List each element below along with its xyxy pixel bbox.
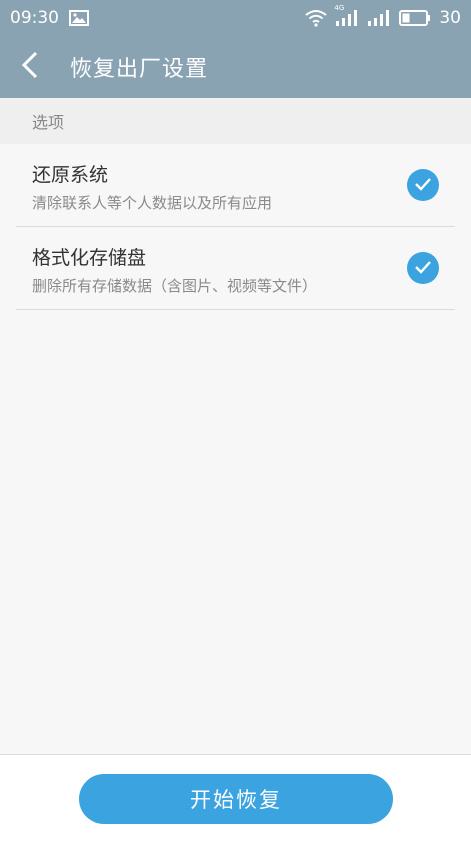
start-restore-button[interactable]: 开始恢复 — [79, 774, 393, 824]
signal-4g-icon: 4G — [334, 5, 359, 27]
check-icon — [414, 259, 432, 278]
battery-icon — [399, 10, 431, 26]
wifi-icon — [305, 9, 327, 27]
network-label: 4G — [334, 4, 345, 12]
options-list: 还原系统 清除联系人等个人数据以及所有应用 格式化存储盘 删除所有存储数据（含图… — [0, 144, 471, 310]
checkbox-checked[interactable] — [407, 252, 439, 284]
chevron-left-icon — [21, 51, 39, 83]
footer: 开始恢复 — [0, 754, 471, 843]
option-subtitle: 清除联系人等个人数据以及所有应用 — [32, 194, 273, 212]
page-title: 恢复出厂设置 — [70, 57, 209, 82]
check-icon — [414, 176, 432, 195]
back-button[interactable] — [0, 36, 60, 98]
option-title: 格式化存储盘 — [32, 247, 147, 269]
battery-level: 30 — [439, 8, 461, 28]
image-icon — [69, 10, 89, 26]
section-header: 选项 — [0, 98, 471, 144]
option-subtitle: 删除所有存储数据（含图片、视频等文件） — [32, 277, 318, 295]
option-title: 还原系统 — [32, 164, 109, 186]
status-bar-left: 09:30 — [10, 8, 89, 28]
title-bar: 恢复出厂设置 — [0, 36, 471, 98]
signal-icon — [367, 9, 391, 27]
option-format-storage[interactable]: 格式化存储盘 删除所有存储数据（含图片、视频等文件） — [16, 227, 455, 310]
status-time: 09:30 — [10, 8, 59, 28]
status-bar-right: 4G 30 — [305, 5, 461, 28]
section-label: 选项 — [32, 113, 65, 132]
checkbox-checked[interactable] — [407, 169, 439, 201]
option-restore-system[interactable]: 还原系统 清除联系人等个人数据以及所有应用 — [16, 144, 455, 227]
status-bar: 09:30 4G 30 — [0, 0, 471, 36]
